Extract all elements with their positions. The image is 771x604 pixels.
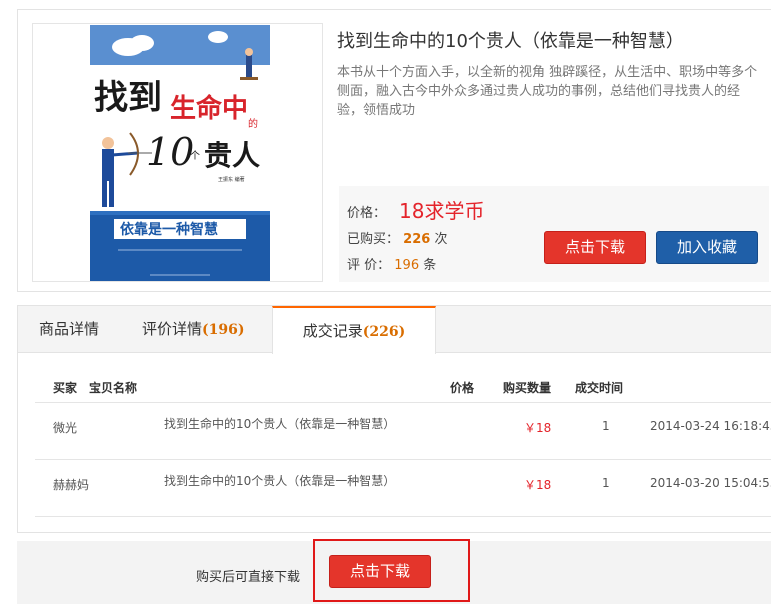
row-time: 2014-03-20 15:04:55 — [650, 476, 771, 490]
bought-label: 已购买： — [347, 232, 400, 247]
review-label: 评 价： — [347, 258, 391, 273]
bottom-purchase-bar: 购买后可直接下载 点击下载 — [17, 539, 771, 604]
header-item: 宝贝名称 — [89, 381, 138, 395]
cover-title-end: 贵人 — [204, 139, 260, 172]
tab-transactions[interactable]: 成交记录(226) — [272, 306, 436, 354]
tab-product-details-label: 商品详情 — [39, 320, 100, 338]
cover-title-num: 10 — [146, 130, 194, 174]
book-cover-image[interactable]: 找到 生命中 的 10 个 贵人 王振东 编著 依靠是一种智慧 — [90, 25, 270, 281]
book-cover-frame: 找到 生命中 的 10 个 贵人 王振东 编著 依靠是一种智慧 — [32, 23, 323, 282]
row-item[interactable]: 找到生命中的10个贵人（依靠是一种智慧） — [164, 472, 395, 489]
row-time: 2014-03-24 16:18:45 — [650, 419, 771, 433]
row-divider — [35, 516, 771, 517]
product-title: 找到生命中的10个贵人（依靠是一种智慧） — [337, 31, 684, 52]
cover-author: 王振东 编著 — [218, 176, 245, 183]
download-button[interactable]: 点击下载 — [544, 231, 646, 264]
bought-count: 226 — [403, 232, 431, 247]
price-value: 18求学币 — [399, 199, 485, 223]
tab-product-details[interactable]: 商品详情 — [39, 306, 99, 353]
header-price: 价格 — [450, 381, 475, 395]
cover-title-small: 的 — [248, 117, 258, 130]
cover-title-red: 生命中 — [170, 93, 248, 124]
row-price: ￥18 — [524, 421, 552, 435]
row-qty: 1 — [602, 419, 610, 433]
product-description: 本书从十个方面入手，以全新的视角 独辟蹊径，从生活中、职场中等多个侧面，融入古今… — [337, 65, 758, 118]
price-label: 价格： — [347, 206, 387, 221]
row-qty: 1 — [602, 476, 610, 490]
detail-panel: 商品详情 评价详情(196) 成交记录(226) 买家 宝贝名称 价格 购买数量… — [17, 305, 771, 533]
bottom-download-button[interactable]: 点击下载 — [329, 555, 431, 588]
bought-unit: 次 — [434, 232, 448, 247]
bottom-hint: 购买后可直接下载 — [196, 570, 301, 585]
row-divider — [35, 402, 771, 403]
bought-info: 已购买： 226 次 — [347, 228, 447, 247]
review-info: 评 价： 196 条 — [347, 254, 436, 273]
row-price: ￥18 — [524, 478, 552, 492]
cover-subtitle: 依靠是一种智慧 — [120, 221, 218, 238]
row-buyer[interactable]: 微光 — [53, 419, 77, 436]
cover-title-ge: 个 — [190, 150, 200, 162]
header-qty: 购买数量 — [503, 381, 552, 395]
price-box: 价格： 18求学币 已购买： 226 次 评 价： 196 条 点击下载 加入收… — [339, 186, 769, 282]
product-card: 找到 生命中 的 10 个 贵人 王振东 编著 依靠是一种智慧 找到生命中的10… — [17, 9, 771, 292]
row-divider — [35, 459, 771, 460]
add-favorite-button[interactable]: 加入收藏 — [656, 231, 758, 264]
tab-transactions-label: 成交记录 — [302, 322, 363, 340]
cover-title-line1: 找到 — [94, 78, 162, 118]
row-buyer[interactable]: 赫赫妈 — [53, 476, 89, 493]
tab-reviews[interactable]: 评价详情(196) — [142, 306, 245, 353]
review-unit: 条 — [423, 258, 437, 273]
header-buyer: 买家 — [53, 381, 78, 395]
tab-bar: 商品详情 评价详情(196) 成交记录(226) — [18, 306, 771, 354]
tab-transactions-count: (226) — [362, 324, 406, 340]
review-count: 196 — [394, 258, 420, 273]
row-item[interactable]: 找到生命中的10个贵人（依靠是一种智慧） — [164, 415, 395, 432]
tab-reviews-count: (196) — [202, 322, 245, 338]
tab-reviews-label: 评价详情 — [142, 320, 203, 338]
header-time: 成交时间 — [575, 381, 624, 395]
